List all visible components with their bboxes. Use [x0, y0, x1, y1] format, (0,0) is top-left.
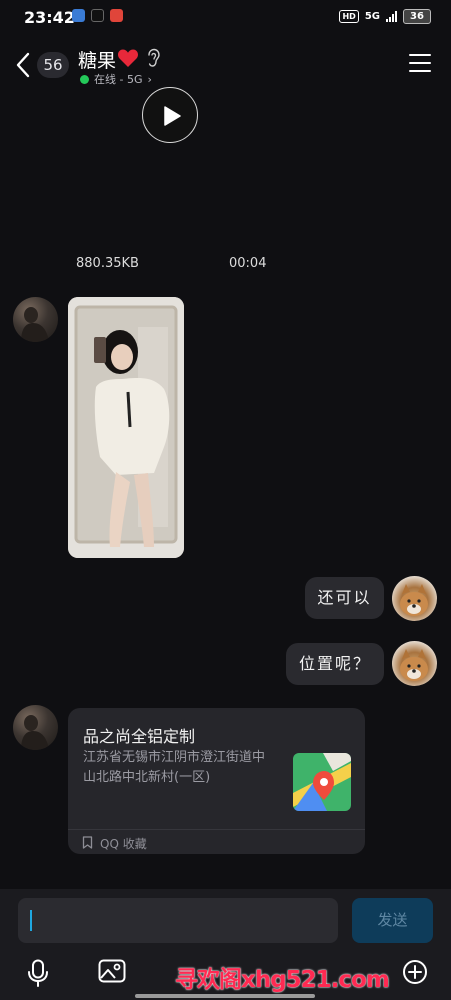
outgoing-message-bubble[interactable]: 位置呢？	[286, 643, 384, 685]
map-icon	[293, 753, 351, 811]
qq-notification-icon	[72, 9, 85, 22]
bookmark-icon	[82, 836, 93, 849]
photo-message[interactable]	[68, 297, 184, 558]
location-title: 品之尚全铝定制	[83, 727, 196, 746]
online-status[interactable]: 在线 - 5G ›	[80, 71, 152, 87]
back-icon[interactable]	[14, 52, 34, 78]
heart-icon	[118, 49, 138, 67]
status-indicators: HD 5G 36	[339, 9, 431, 24]
video-duration: 00:04	[229, 256, 267, 271]
home-indicator	[135, 994, 315, 998]
message-input[interactable]	[18, 898, 338, 943]
network-label: 5G	[364, 11, 380, 22]
location-card[interactable]: 品之尚全铝定制 江苏省无锡市江阴市澄江街道中山北路中北新村(一区) QQ 收藏	[68, 708, 365, 854]
video-play-button[interactable]	[142, 87, 198, 143]
text-caret	[30, 910, 32, 931]
status-time: 23:42	[24, 8, 75, 27]
battery-icon: 36	[403, 9, 431, 24]
play-icon	[164, 106, 181, 126]
microphone-icon[interactable]	[27, 959, 49, 987]
unread-count-badge[interactable]: 56	[37, 52, 69, 78]
watermark-text: 寻欢阁xhg521.com	[175, 967, 390, 993]
contact-avatar[interactable]	[13, 297, 58, 342]
hd-badge: HD	[339, 10, 359, 23]
image-icon[interactable]	[98, 959, 126, 983]
location-source: QQ 收藏	[100, 837, 147, 851]
tiktok-notification-icon	[91, 9, 104, 22]
video-file-size: 880.35KB	[76, 256, 139, 271]
my-avatar[interactable]	[392, 576, 437, 621]
status-app-icons	[72, 9, 123, 22]
contact-name[interactable]: 糖果	[78, 46, 116, 73]
photo-image	[68, 297, 184, 558]
online-dot-icon	[80, 74, 89, 84]
plus-icon[interactable]	[402, 959, 428, 985]
signal-icon	[386, 11, 397, 22]
chevron-right-icon: ›	[147, 72, 152, 86]
chat-header: 56 糖果 在线 - 5G ›	[0, 36, 451, 92]
input-bar: 发送 寻欢阁xhg521.com	[0, 889, 451, 1000]
contact-avatar[interactable]	[13, 705, 58, 750]
online-status-text: 在线 - 5G	[94, 73, 143, 86]
location-address: 江苏省无锡市江阴市澄江街道中山北路中北新村(一区)	[83, 750, 266, 785]
status-bar: 23:42 HD 5G 36	[0, 0, 451, 34]
app-notification-icon	[110, 9, 123, 22]
outgoing-message-bubble[interactable]: 还可以	[305, 577, 384, 619]
my-avatar[interactable]	[392, 641, 437, 686]
menu-icon[interactable]	[409, 54, 431, 72]
ear-icon[interactable]	[146, 48, 160, 68]
location-card-footer: QQ 收藏	[68, 829, 365, 854]
send-button[interactable]: 发送	[352, 898, 433, 943]
